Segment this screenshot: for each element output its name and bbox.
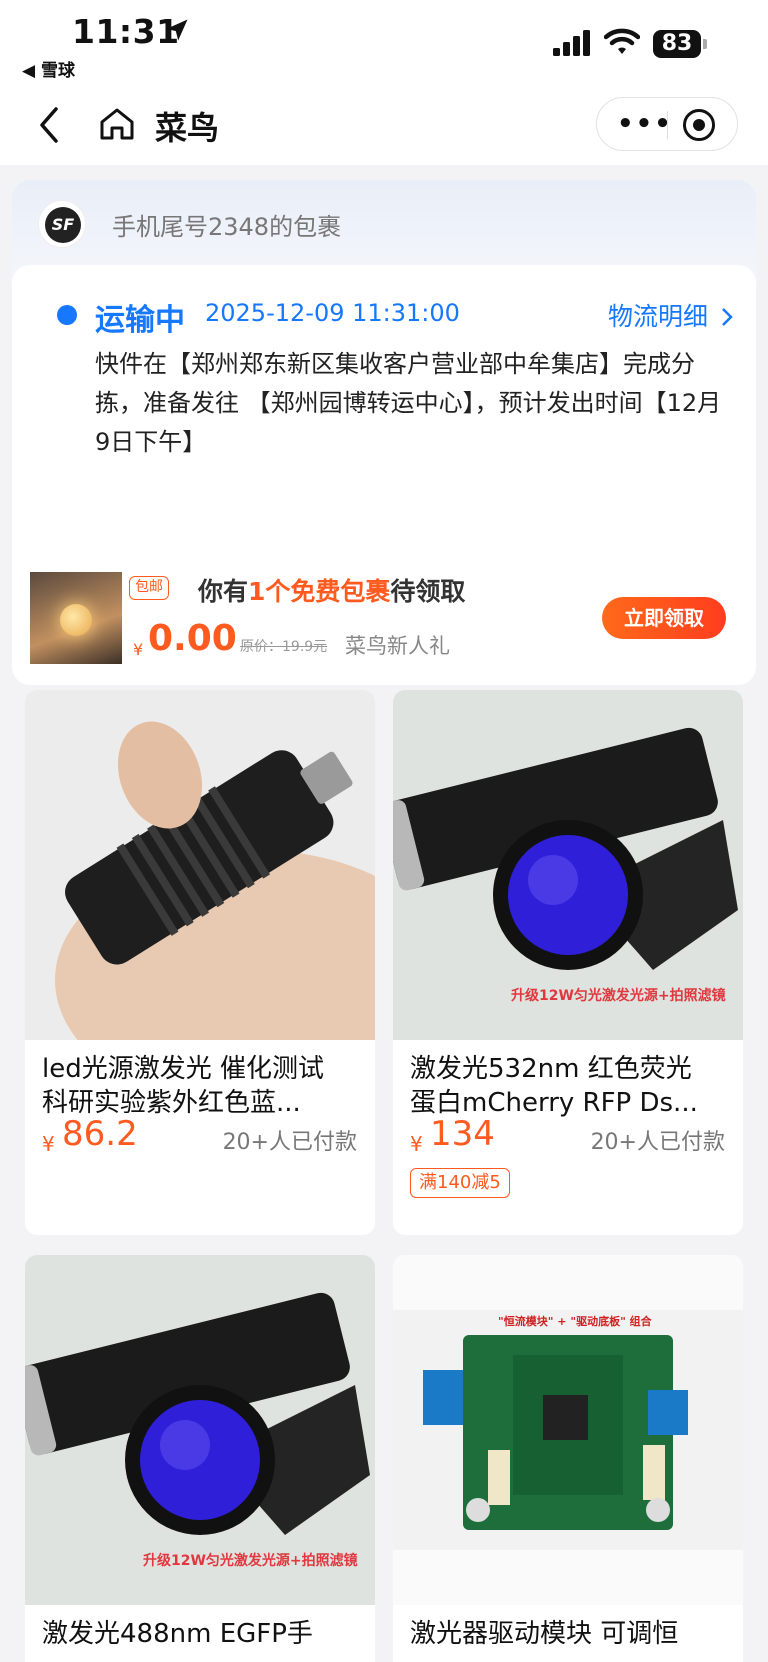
claim-now-button[interactable]: 立即领取: [602, 597, 726, 639]
coupon-badge: 满140减5: [410, 1168, 510, 1198]
moon-lamp-image: [60, 604, 92, 636]
close-miniprogram-icon[interactable]: [683, 109, 715, 141]
product-price: 134: [430, 1114, 495, 1154]
promo-price: 0.00: [148, 618, 237, 659]
promo-subtitle: 菜鸟新人礼: [345, 634, 450, 658]
product-photo: [393, 1255, 743, 1605]
product-price: 86.2: [62, 1114, 138, 1154]
product-sales: 20+人已付款: [222, 1130, 357, 1155]
product-image-caption: 升级12W匀光激发光源+拍照滤镜: [143, 1553, 358, 1569]
product-image: [25, 690, 375, 1040]
promo-currency: ¥: [133, 640, 144, 659]
product-image: 升级12W匀光激发光源+拍照滤镜: [25, 1255, 375, 1605]
promo-original-price: 原价：19.9元: [240, 639, 328, 655]
promo-prefix: 你有: [198, 577, 249, 606]
product-image-caption: 升级12W匀光激发光源+拍照滤镜: [511, 988, 726, 1004]
promo-suffix: 待领取: [390, 577, 466, 606]
back-chevron-icon[interactable]: [34, 105, 64, 145]
promo-image[interactable]: [30, 572, 122, 664]
product-title-line: 激发光488nm EGFP手: [42, 1619, 313, 1649]
free-shipping-badge: 包邮: [129, 576, 169, 600]
nav-bar: 菜鸟 •••: [0, 85, 768, 165]
capsule-divider: [667, 111, 668, 139]
product-image-caption: "恒流模块" + "驱动底板" 组合: [498, 1315, 652, 1328]
promo-highlight: 1个免费包裹: [248, 577, 391, 606]
battery-nub: [703, 39, 707, 49]
product-card[interactable]: 升级12W匀光激发光源+拍照滤镜 激发光488nm EGFP手: [25, 1255, 375, 1662]
logistics-detail-label: 物流明细: [608, 302, 709, 331]
shipping-status: 运输中: [95, 303, 185, 338]
page: 11:31 ◀ 雪球 83 菜鸟 ••• SF 手机尾号2348的包裹 运输中 …: [0, 0, 768, 1662]
back-to-app-link[interactable]: ◀ 雪球: [22, 56, 75, 81]
product-title: 激光器驱动模块 可调恒: [410, 1617, 728, 1662]
product-image: "恒流模块" + "驱动底板" 组合: [393, 1255, 743, 1605]
package-title: 手机尾号2348的包裹: [112, 213, 342, 241]
sf-express-icon: SF: [45, 207, 81, 243]
product-title: 激发光532nm 红色荧光 蛋白mCherry RFP Ds...: [410, 1052, 728, 1120]
product-title: led光源激发光 催化测试 科研实验紫外红色蓝...: [42, 1052, 360, 1120]
promo-headline: 你有1个免费包裹待领取: [198, 572, 465, 608]
mini-program-capsule: •••: [596, 97, 738, 151]
product-sales: 20+人已付款: [590, 1130, 725, 1155]
more-icon[interactable]: •••: [617, 111, 673, 137]
product-currency: ¥: [410, 1132, 423, 1156]
product-card[interactable]: "恒流模块" + "驱动底板" 组合 激光器驱动模块 可调恒: [393, 1255, 743, 1662]
battery-icon: 83: [653, 30, 701, 58]
status-timestamp: 2025-12-09 11:31:00: [205, 299, 460, 327]
chevron-right-icon: [722, 308, 733, 326]
status-description: 快件在【郑州郑东新区集收客户营业部中牟集店】完成分拣，准备发往 【郑州园博转运中…: [95, 350, 722, 456]
status-dot-icon: [57, 305, 77, 325]
carrier-logo: SF: [38, 200, 86, 248]
status-bar: 11:31 ◀ 雪球 83: [0, 0, 768, 85]
product-title-line: 激光器驱动模块 可调恒: [410, 1619, 679, 1649]
cellular-signal-icon: [553, 30, 590, 56]
home-icon[interactable]: [98, 105, 136, 143]
wifi-icon: [604, 28, 640, 54]
location-arrow-icon: [166, 19, 188, 41]
product-title-line: 激发光532nm 红色荧光: [410, 1054, 692, 1084]
product-currency: ¥: [42, 1132, 55, 1156]
product-card[interactable]: led光源激发光 催化测试 科研实验紫外红色蓝... ¥ 86.2 20+人已付…: [25, 690, 375, 1235]
product-image: 升级12W匀光激发光源+拍照滤镜: [393, 690, 743, 1040]
product-title-line: led光源激发光 催化测试: [42, 1054, 324, 1084]
product-photo: [25, 690, 375, 1040]
logistics-detail-link[interactable]: 物流明细: [608, 297, 734, 333]
product-title: 激发光488nm EGFP手: [42, 1617, 360, 1662]
product-card[interactable]: 升级12W匀光激发光源+拍照滤镜 激发光532nm 红色荧光 蛋白mCherry…: [393, 690, 743, 1235]
page-title: 菜鸟: [155, 109, 220, 147]
